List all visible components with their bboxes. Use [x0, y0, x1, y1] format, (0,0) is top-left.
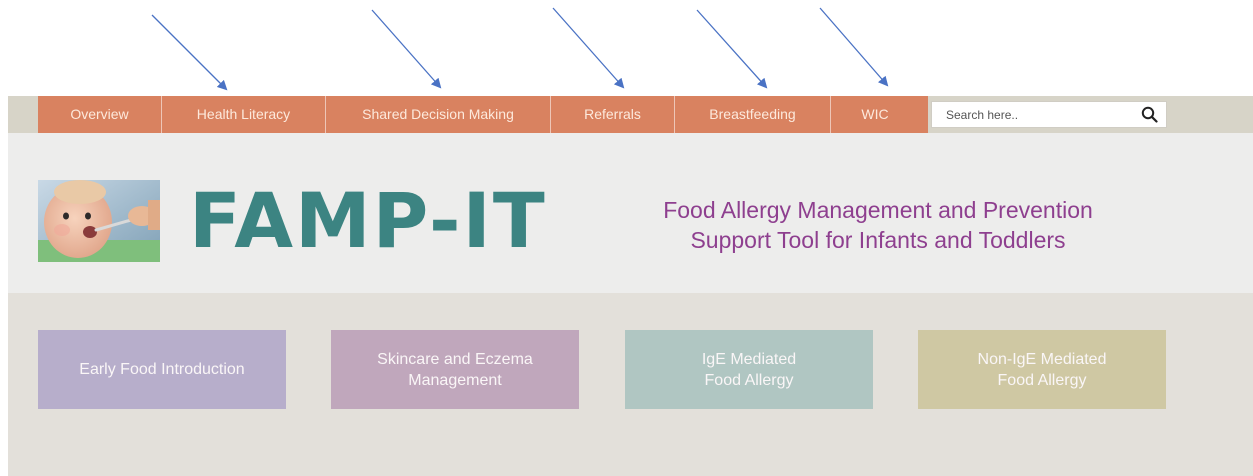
search-box [931, 101, 1167, 128]
search-icon[interactable] [1141, 106, 1158, 123]
nav-item-breastfeeding[interactable]: Breastfeeding [675, 96, 831, 133]
tile-ige-mediated-food-allergy[interactable]: IgE Mediated Food Allergy [625, 330, 873, 409]
tile-early-food-introduction[interactable]: Early Food Introduction [38, 330, 286, 409]
tile-skincare-eczema-management[interactable]: Skincare and Eczema Management [331, 330, 579, 409]
tile-label-line: Non-IgE Mediated [977, 350, 1107, 368]
nav-item-health-literacy[interactable]: Health Literacy [162, 96, 326, 133]
tagline-line: Support Tool for Infants and Toddlers [690, 227, 1066, 253]
top-navbar: Overview Health Literacy Shared Decision M… [8, 96, 1253, 133]
annotation-arrow [552, 7, 625, 89]
annotation-arrow [696, 9, 768, 89]
tile-label-line: Early Food Introduction [79, 361, 245, 378]
tile-label-line: IgE Mediated [701, 350, 797, 368]
header-banner: FAMP-IT Food Allergy Management and Prev… [8, 133, 1253, 293]
tagline-line: Food Allergy Management and Prevention [663, 197, 1093, 223]
tile-label-line: Skincare and Eczema [377, 350, 533, 368]
tile-label-line: Food Allergy [704, 371, 794, 389]
nav-item-shared-decision-making[interactable]: Shared Decision Making [326, 96, 551, 133]
tile-label: Non-IgE Mediated Food Allergy [978, 349, 1107, 391]
tile-label: Early Food Introduction [79, 359, 244, 380]
main-nav: Overview Health Literacy Shared Decision M… [38, 96, 928, 133]
site-tagline: Food Allergy Management and Prevention S… [648, 195, 1108, 255]
search-input[interactable] [932, 102, 1132, 127]
nav-item-referrals[interactable]: Referrals [551, 96, 675, 133]
tile-non-ige-mediated-food-allergy[interactable]: Non-IgE Mediated Food Allergy [918, 330, 1166, 409]
site-logo[interactable]: FAMP-IT [189, 181, 547, 261]
tile-label: IgE Mediated Food Allergy [702, 349, 796, 391]
annotation-arrow [819, 7, 889, 87]
annotation-arrows [151, 7, 889, 91]
nav-item-overview[interactable]: Overview [38, 96, 162, 133]
nav-item-wic[interactable]: WIC [831, 96, 919, 133]
baby-photo [38, 180, 160, 262]
tile-label: Skincare and Eczema Management [377, 349, 533, 391]
website-frame: Overview Health Literacy Shared Decision M… [8, 96, 1253, 476]
tile-label-line: Management [408, 371, 502, 389]
annotation-arrow [151, 14, 228, 91]
annotation-arrow [371, 9, 442, 89]
tile-label-line: Food Allergy [997, 371, 1087, 389]
